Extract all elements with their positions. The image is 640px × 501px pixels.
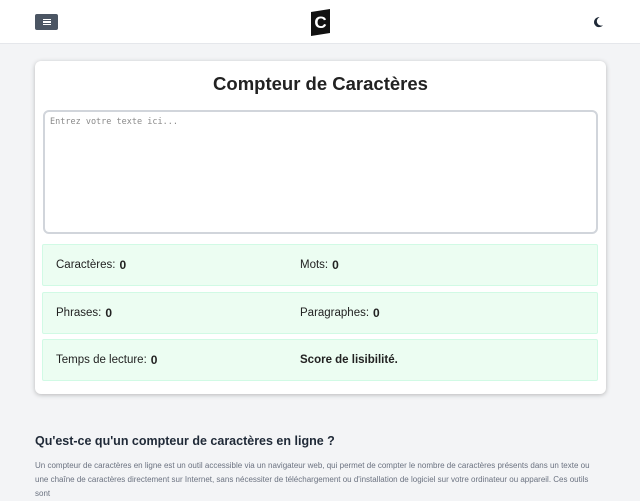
top-navbar: C <box>0 0 640 44</box>
words-value: 0 <box>332 258 339 272</box>
hamburger-icon <box>42 19 51 25</box>
text-input-area[interactable] <box>43 110 598 234</box>
reading-time-stat: Temps de lecture: 0 <box>56 340 157 380</box>
stats-row-3: Temps de lecture: 0 Score de lisibilité. <box>42 339 598 381</box>
paragraphs-stat: Paragraphes: 0 <box>300 293 380 333</box>
readability-label: Score de lisibilité. <box>300 354 398 366</box>
paragraphs-value: 0 <box>373 306 380 320</box>
paragraphs-label: Paragraphes: <box>300 307 370 319</box>
reading-time-value: 0 <box>150 353 158 367</box>
article-heading: Qu'est-ce qu'un compteur de caractères e… <box>35 434 335 448</box>
characters-label: Caractères: <box>56 259 116 271</box>
stats-row-2: Phrases: 0 Paragraphes: 0 <box>42 292 598 334</box>
menu-button[interactable] <box>35 14 58 30</box>
moon-icon <box>594 17 603 28</box>
page-title: Compteur de Caractères <box>213 73 428 94</box>
sentences-stat: Phrases: 0 <box>56 293 112 333</box>
logo-letter: C <box>314 13 327 32</box>
theme-toggle-button[interactable] <box>590 14 606 30</box>
sentences-value: 0 <box>105 306 113 320</box>
readability-stat: Score de lisibilité. <box>300 340 398 380</box>
sentences-label: Phrases: <box>56 307 102 319</box>
words-stat: Mots: 0 <box>300 245 339 285</box>
stats-row-1: Caractères: 0 Mots: 0 <box>42 244 598 286</box>
characters-value: 0 <box>119 258 127 272</box>
words-label: Mots: <box>300 259 329 271</box>
article-paragraph: Un compteur de caractères en ligne est u… <box>35 461 590 498</box>
site-logo[interactable]: C <box>309 9 332 36</box>
reading-time-label: Temps de lecture: <box>56 354 147 366</box>
character-counter-card: Compteur de Caractères Caractères: 0 Mot… <box>35 61 606 394</box>
characters-stat: Caractères: 0 <box>56 245 126 285</box>
